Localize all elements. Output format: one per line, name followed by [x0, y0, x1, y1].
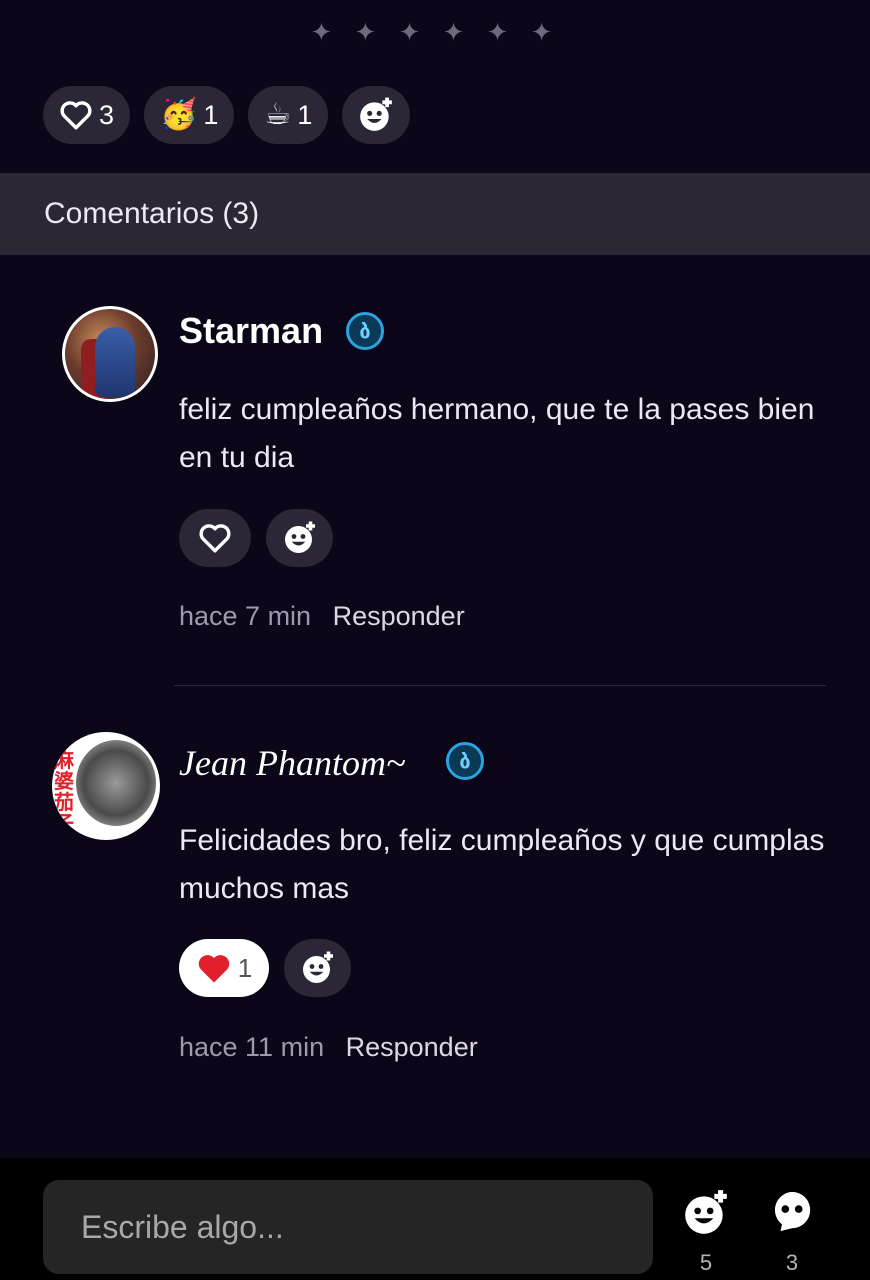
comment-author[interactable]: Starman — [179, 310, 323, 352]
add-reaction-button[interactable] — [266, 509, 333, 567]
reply-button[interactable]: Responder — [346, 1032, 478, 1062]
level-badge-icon: ბ — [446, 742, 484, 780]
comment-time: hace 7 min — [179, 601, 312, 631]
level-badge-icon: ბ — [346, 312, 384, 350]
comment-text: feliz cumpleaños hermano, que te la pase… — [179, 393, 815, 474]
post-reactions: 3 🥳 1 ☕ 1 — [43, 86, 411, 144]
like-comment-button[interactable]: 1 — [179, 939, 269, 997]
avatar-figure — [95, 327, 135, 397]
add-reaction-icon — [685, 1190, 727, 1234]
avatar[interactable]: 麻婆茄子 — [52, 732, 160, 840]
add-reaction-icon — [284, 521, 315, 553]
coffee-cup-emoji: ☕ — [264, 97, 292, 132]
reaction-count: 3 — [99, 99, 115, 130]
heart-filled-icon — [198, 955, 229, 983]
comment-time: hace 11 min — [179, 1032, 325, 1062]
badge-glyph: ბ — [359, 320, 371, 343]
add-reaction-button[interactable] — [342, 86, 411, 144]
comments-button[interactable] — [762, 1188, 822, 1239]
reaction-party-button[interactable]: 🥳 1 — [144, 86, 235, 144]
reaction-heart-button[interactable]: 3 — [43, 86, 131, 144]
comment-divider — [174, 685, 826, 686]
comments-header: Comentarios (3) — [0, 173, 870, 255]
add-reaction-button[interactable] — [284, 939, 351, 997]
heart-outline-icon — [199, 524, 231, 553]
add-reaction-button[interactable] — [676, 1188, 736, 1243]
comments-title: Comentarios (3) — [44, 197, 260, 230]
avatar-kanji-logo: 麻婆茄子 — [54, 748, 74, 835]
add-reaction-icon — [302, 951, 333, 983]
decorative-stars: ✦ ✦ ✦ ✦ ✦ ✦ — [310, 18, 560, 48]
like-count: 1 — [237, 952, 253, 983]
comment-composer-bar: 5 3 — [0, 1158, 870, 1280]
comment-input[interactable] — [43, 1180, 653, 1274]
comment-meta: hace 7 min Responder — [179, 601, 465, 632]
reaction-coffee-button[interactable]: ☕ 1 — [248, 86, 329, 144]
reply-button[interactable]: Responder — [333, 601, 465, 631]
avatar-image — [76, 740, 156, 826]
like-comment-button[interactable] — [179, 509, 251, 567]
reaction-count: 1 — [203, 99, 219, 130]
add-reaction-icon — [360, 97, 393, 131]
badge-glyph: ბ — [459, 750, 471, 773]
heart-outline-icon — [60, 101, 92, 130]
avatar[interactable] — [62, 306, 158, 402]
comment-total-count: 3 — [785, 1250, 799, 1275]
comment-meta: hace 11 min Responder — [179, 1032, 478, 1063]
ghost-icon — [774, 1191, 811, 1232]
party-face-emoji: 🥳 — [160, 97, 198, 132]
reaction-count: 1 — [297, 99, 313, 130]
reaction-total-count: 5 — [699, 1250, 713, 1275]
comment-text: Felicidades bro, feliz cumpleaños y que … — [179, 824, 825, 905]
comment-author[interactable]: Jean Phantom~ — [179, 742, 405, 784]
